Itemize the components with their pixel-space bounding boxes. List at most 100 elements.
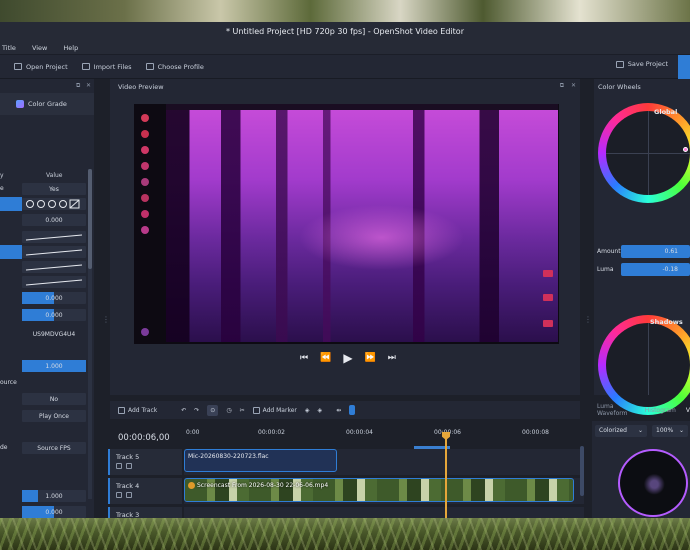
- choose-profile-button[interactable]: Choose Profile: [145, 63, 204, 71]
- jump-end-icon[interactable]: ⏭: [388, 353, 396, 363]
- visibility-icon[interactable]: [126, 463, 132, 469]
- scroll-thumb[interactable]: [88, 169, 92, 269]
- property-value[interactable]: Play Once: [22, 410, 86, 422]
- video-clip[interactable]: Screencast From 2026-08-30 22-06-06.mp4: [184, 478, 574, 502]
- curve-line: [25, 234, 83, 241]
- property-value[interactable]: 0.000: [22, 214, 86, 226]
- rewind-icon[interactable]: ⏪: [320, 353, 331, 363]
- property-row[interactable]: de Source FPS: [0, 441, 88, 455]
- property-selected: [0, 197, 22, 211]
- menu-view[interactable]: View: [32, 44, 47, 52]
- open-project-button[interactable]: Open Project: [14, 63, 68, 71]
- scope-mode-select[interactable]: Colorized ⌄: [595, 425, 647, 437]
- track-header-4[interactable]: Track 4: [108, 478, 182, 504]
- property-value[interactable]: 0.000: [22, 292, 86, 304]
- property-value[interactable]: Yes: [22, 183, 86, 195]
- curve-graph[interactable]: [22, 276, 86, 288]
- center-playhead-icon[interactable]: ⇹: [336, 407, 341, 414]
- property-row[interactable]: 1.000: [0, 489, 88, 503]
- save-project-button[interactable]: Save Project: [615, 60, 668, 68]
- video-frame[interactable]: [134, 104, 559, 344]
- properties-scrollbar[interactable]: [88, 169, 92, 499]
- property-row[interactable]: [0, 245, 88, 259]
- property-value[interactable]: 0.000: [22, 309, 86, 321]
- property-value[interactable]: 0.000: [22, 506, 86, 518]
- track-lane-3[interactable]: [184, 507, 584, 518]
- property-value[interactable]: No: [22, 393, 86, 405]
- property-row[interactable]: 0.000: [0, 291, 88, 305]
- desktop-icon: [543, 320, 553, 327]
- snap-icon[interactable]: ⊙: [207, 404, 219, 416]
- menu-help[interactable]: Help: [63, 44, 78, 52]
- property-row[interactable]: US9MDVG4U4: [0, 327, 88, 341]
- property-row[interactable]: 0.000: [0, 308, 88, 322]
- luma-row[interactable]: Luma -0.18: [594, 262, 690, 277]
- next-marker-icon[interactable]: ◈: [318, 407, 323, 414]
- track-header-5[interactable]: Track 5: [108, 449, 182, 475]
- import-files-button[interactable]: Import Files: [81, 63, 132, 71]
- float-icon[interactable]: ⧉: [560, 82, 564, 90]
- property-value[interactable]: Source FPS: [22, 442, 86, 454]
- tab-histogram[interactable]: Histogram: [645, 407, 676, 414]
- audio-clip[interactable]: Mic-20260830-220723.flac: [184, 449, 337, 472]
- zoom-slider-handle[interactable]: [349, 405, 356, 415]
- global-wheel-handle[interactable]: [683, 147, 688, 152]
- property-row[interactable]: [0, 260, 88, 274]
- property-row[interactable]: Play Once: [0, 409, 88, 423]
- play-icon[interactable]: ▶: [343, 351, 352, 365]
- curve-graph[interactable]: [22, 246, 86, 258]
- jump-start-icon[interactable]: ⏮: [300, 353, 308, 363]
- openshot-window: * Untitled Project [HD 720p 30 fps] - Op…: [0, 22, 690, 520]
- close-icon[interactable]: ✕: [571, 82, 576, 89]
- curve-presets[interactable]: [22, 198, 86, 210]
- curve-graph[interactable]: [22, 261, 86, 273]
- properties-effect-tab[interactable]: Color Grade: [0, 93, 94, 115]
- lock-icon[interactable]: [116, 463, 122, 469]
- property-value[interactable]: 1.000: [22, 360, 86, 372]
- luma-slider[interactable]: -0.18: [621, 263, 690, 276]
- dock-app-icon: [141, 178, 149, 186]
- property-row[interactable]: [0, 197, 88, 211]
- property-value[interactable]: US9MDVG4U4: [22, 328, 86, 340]
- float-icon[interactable]: ⧉: [76, 82, 80, 90]
- timing-icon[interactable]: ◷: [226, 407, 231, 414]
- effect-badge-icon[interactable]: [188, 482, 195, 489]
- property-row[interactable]: [0, 230, 88, 244]
- save-icon: [615, 60, 624, 68]
- visibility-icon[interactable]: [126, 492, 132, 498]
- properties-header: ⧉ ✕: [0, 79, 94, 93]
- splitter-handle[interactable]: ⋮: [584, 315, 592, 324]
- scope-zoom-select[interactable]: 100% ⌄: [652, 425, 688, 437]
- add-marker-button[interactable]: Add Marker: [252, 406, 297, 414]
- splitter-handle[interactable]: ⋮: [102, 315, 110, 324]
- property-value[interactable]: 1.000: [22, 490, 86, 502]
- property-row[interactable]: No: [0, 392, 88, 406]
- razor-icon[interactable]: ✂: [240, 407, 245, 414]
- track-header-3[interactable]: Track 3: [108, 507, 182, 519]
- property-row[interactable]: 0.000: [0, 213, 88, 227]
- add-track-button[interactable]: Add Track: [118, 406, 157, 414]
- fast-forward-icon[interactable]: ⏩: [365, 353, 376, 363]
- previous-marker-icon[interactable]: ◈: [305, 407, 310, 414]
- tab-vectorscope[interactable]: V: [686, 407, 690, 414]
- property-row[interactable]: ource: [0, 376, 88, 390]
- menu-title[interactable]: Title: [2, 44, 16, 52]
- close-icon[interactable]: ✕: [86, 82, 91, 89]
- lock-icon[interactable]: [116, 492, 122, 498]
- property-row[interactable]: [0, 275, 88, 289]
- playhead-line[interactable]: [445, 432, 447, 520]
- property-row[interactable]: e Yes: [0, 182, 88, 196]
- curve-graph[interactable]: [22, 231, 86, 243]
- property-row[interactable]: 1.000: [0, 359, 88, 373]
- amount-slider[interactable]: 0.61: [621, 245, 690, 258]
- redo-icon[interactable]: ↷: [194, 407, 199, 414]
- wheel-crosshair: [648, 111, 649, 195]
- property-row[interactable]: 0.000: [0, 505, 88, 519]
- tab-luma-waveform[interactable]: Luma Waveform: [597, 403, 635, 417]
- undo-icon[interactable]: ↶: [181, 407, 186, 414]
- timeline-ruler[interactable]: 0:00 00:00:02 00:00:04 00:00:06 00:00:08: [184, 424, 584, 446]
- export-button[interactable]: [678, 55, 690, 79]
- track-controls: [116, 492, 132, 498]
- timeline-scrollbar[interactable]: [580, 446, 584, 496]
- amount-row[interactable]: Amount 0.61: [594, 244, 690, 259]
